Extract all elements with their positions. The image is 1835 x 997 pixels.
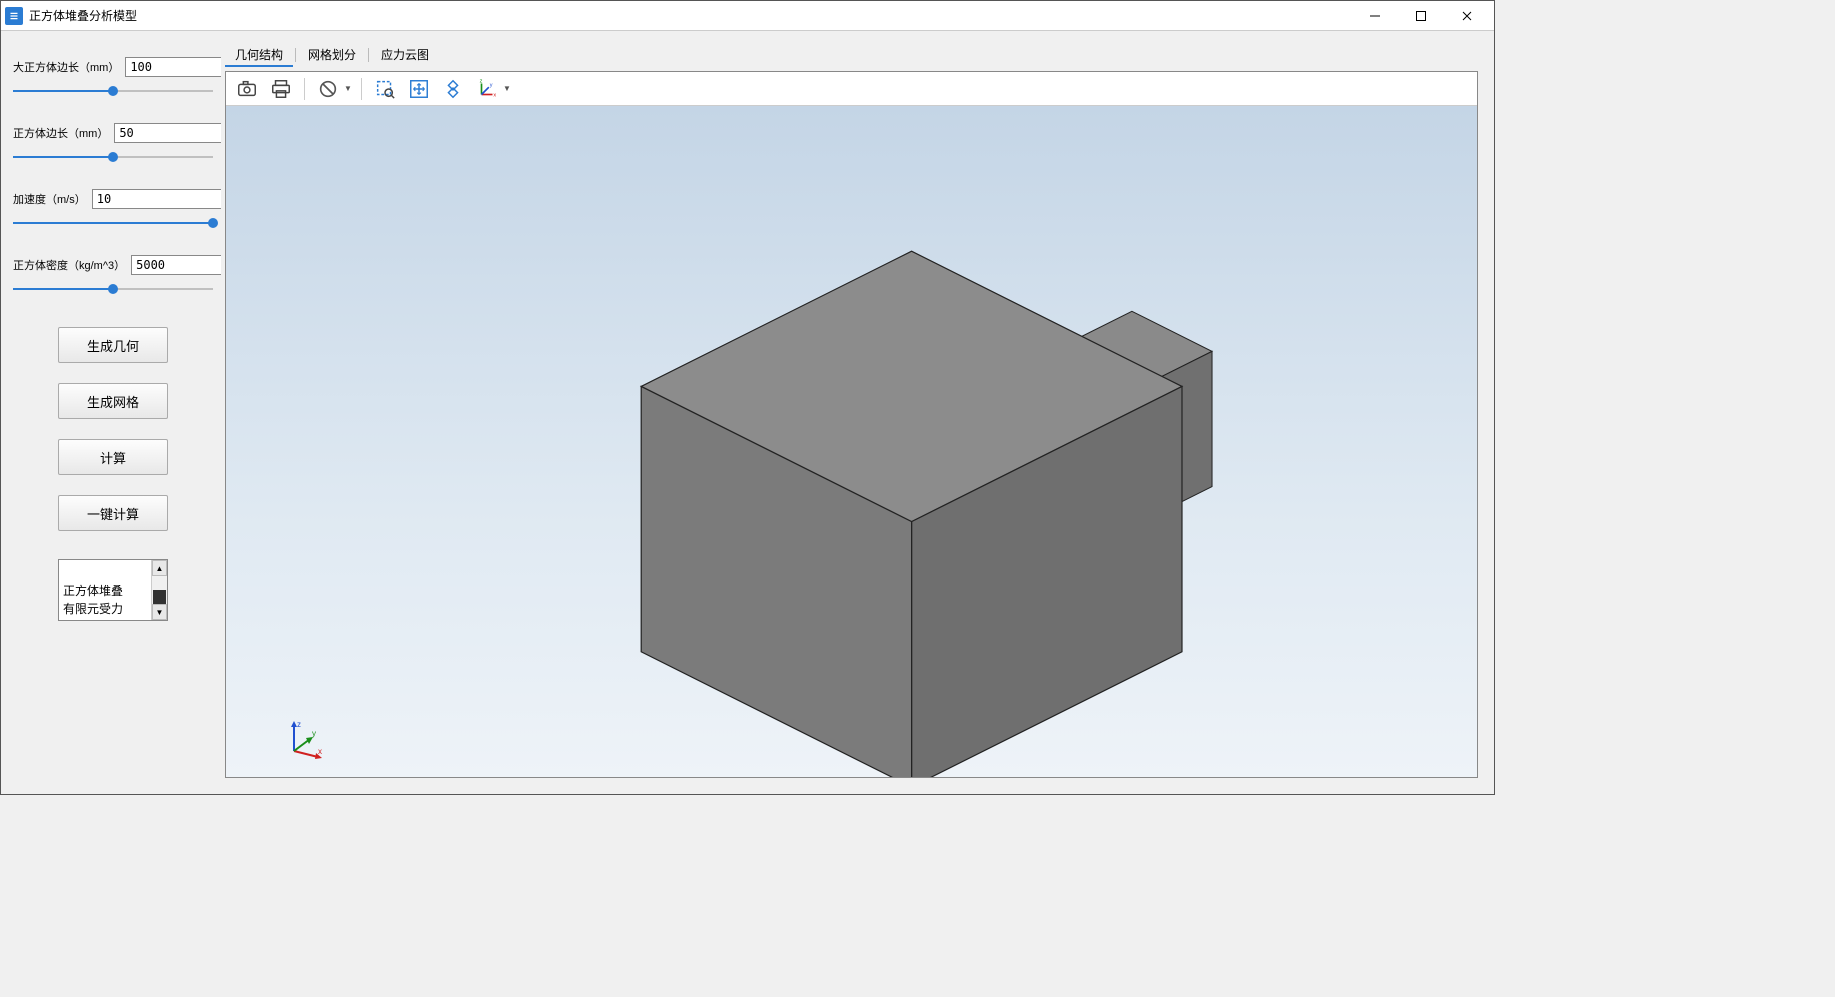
zoom-selection-icon[interactable] <box>370 75 400 103</box>
svg-text:y: y <box>490 82 493 88</box>
param-cube-slider[interactable] <box>13 149 213 165</box>
svg-text:z: z <box>480 78 483 84</box>
scroll-up-button[interactable]: ▲ <box>152 560 167 576</box>
one-click-compute-button[interactable]: 一键计算 <box>58 495 168 531</box>
viewport-panel: ▼ <box>225 71 1478 778</box>
geometry-render <box>226 106 1477 777</box>
param-density-label: 正方体密度（kg/m^3） <box>13 257 125 273</box>
param-big-cube-slider[interactable] <box>13 83 213 99</box>
tab-geometry[interactable]: 几何结构 <box>225 44 293 67</box>
sidebar: 大正方体边长（mm） 正方体边长（mm） 加速度（m/s） <box>13 43 213 782</box>
orientation-axes: z x y <box>284 719 324 759</box>
print-icon[interactable] <box>266 75 296 103</box>
param-density-slider[interactable] <box>13 281 213 297</box>
tab-stress[interactable]: 应力云图 <box>371 44 439 67</box>
content-area: 大正方体边长（mm） 正方体边长（mm） 加速度（m/s） <box>1 31 1494 794</box>
param-big-cube-label: 大正方体边长（mm） <box>13 59 119 75</box>
main-area: 几何结构 网格划分 应力云图 <box>221 43 1482 782</box>
svg-text:z: z <box>297 720 301 729</box>
param-cube-label: 正方体边长（mm） <box>13 125 108 141</box>
svg-text:x: x <box>318 747 322 756</box>
close-button[interactable] <box>1444 1 1490 31</box>
info-line-2: 有限元受力 <box>63 600 147 618</box>
svg-text:y: y <box>312 729 316 738</box>
titlebar: 正方体堆叠分析模型 <box>1 1 1494 31</box>
info-listbox[interactable]: 正方体堆叠 有限元受力 ▲ ▼ <box>58 559 168 621</box>
3d-viewport[interactable]: z x y <box>226 106 1477 777</box>
axes-icon[interactable]: z x y <box>472 75 502 103</box>
scroll-down-button[interactable]: ▼ <box>152 604 167 620</box>
param-accel-label: 加速度（m/s） <box>13 191 86 207</box>
generate-geometry-button[interactable]: 生成几何 <box>58 327 168 363</box>
viewport-toolbar: ▼ <box>226 72 1477 106</box>
param-big-cube-row: 大正方体边长（mm） <box>13 57 213 77</box>
fit-view-icon[interactable] <box>404 75 434 103</box>
minimize-button[interactable] <box>1352 1 1398 31</box>
app-window: 正方体堆叠分析模型 大正方体边长（mm） <box>0 0 1495 795</box>
param-accel-slider[interactable] <box>13 215 213 231</box>
maximize-button[interactable] <box>1398 1 1444 31</box>
tab-mesh[interactable]: 网格划分 <box>298 44 366 67</box>
scroll-thumb[interactable] <box>153 590 166 604</box>
rotate-icon[interactable] <box>438 75 468 103</box>
param-cube-row: 正方体边长（mm） <box>13 123 213 143</box>
view-tabs: 几何结构 网格划分 应力云图 <box>221 43 1482 67</box>
info-listbox-content: 正方体堆叠 有限元受力 <box>59 560 151 620</box>
param-accel-row: 加速度（m/s） <box>13 189 213 209</box>
info-listbox-scrollbar[interactable]: ▲ ▼ <box>151 560 167 620</box>
forbid-dropdown[interactable]: ▼ <box>343 84 353 93</box>
forbid-icon[interactable] <box>313 75 343 103</box>
window-title: 正方体堆叠分析模型 <box>29 7 137 24</box>
info-line-1: 正方体堆叠 <box>63 582 147 600</box>
app-icon <box>5 7 23 25</box>
axes-dropdown[interactable]: ▼ <box>502 84 512 93</box>
generate-mesh-button[interactable]: 生成网格 <box>58 383 168 419</box>
param-density-row: 正方体密度（kg/m^3） <box>13 255 213 275</box>
svg-text:x: x <box>493 92 496 98</box>
compute-button[interactable]: 计算 <box>58 439 168 475</box>
camera-icon[interactable] <box>232 75 262 103</box>
